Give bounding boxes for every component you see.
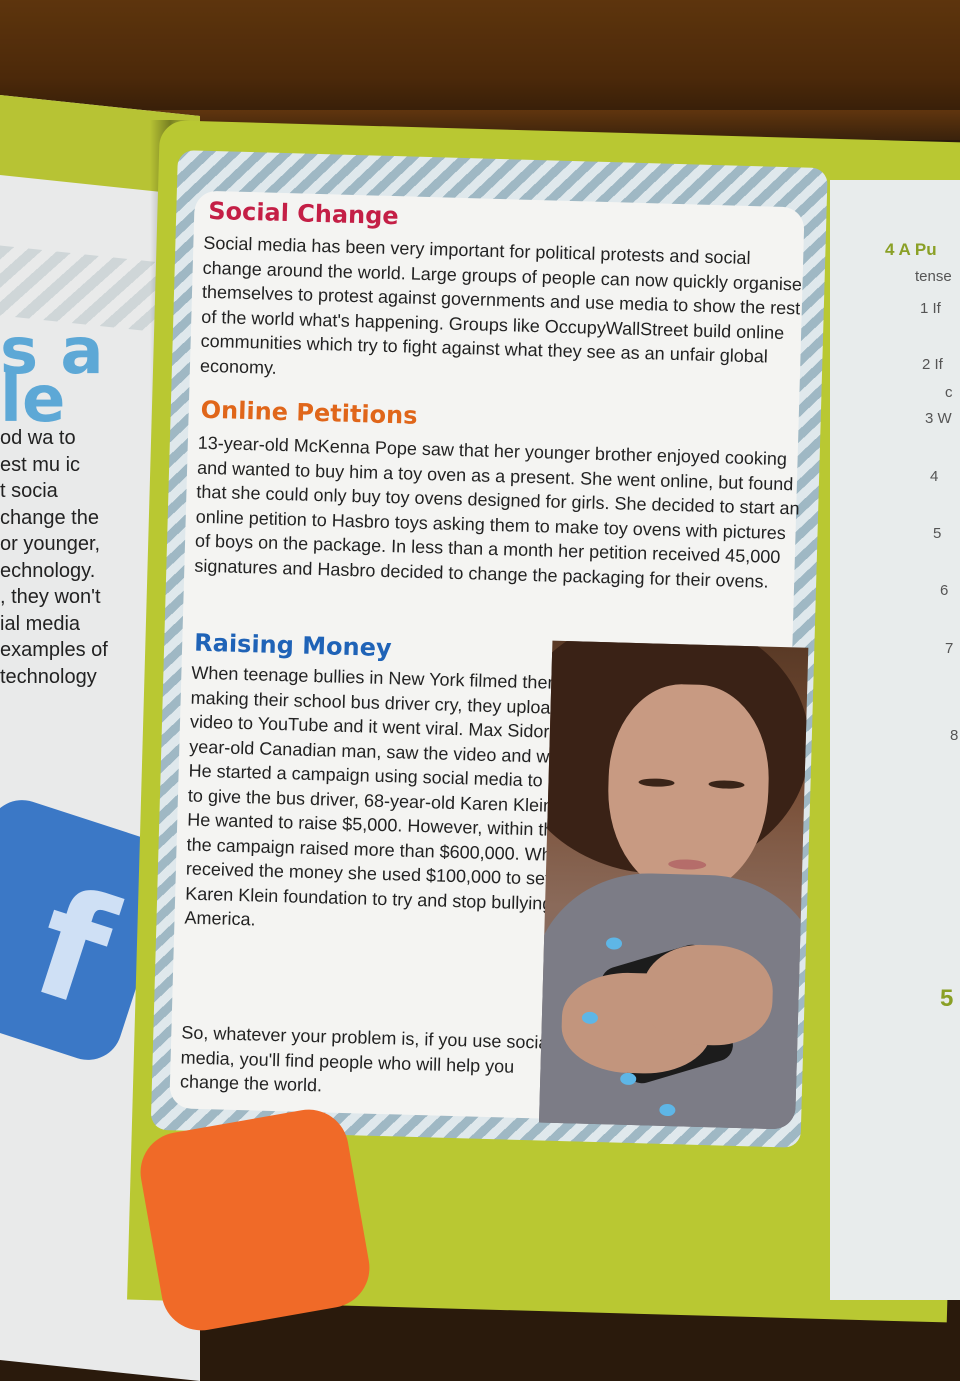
left-line: t socia xyxy=(0,480,58,502)
girl-with-phone-photo xyxy=(538,640,809,1130)
right-margin-column xyxy=(830,180,960,1300)
left-line: technology xyxy=(0,665,97,688)
photo-eye xyxy=(708,780,745,790)
exercise-number: 4 A Pu xyxy=(885,240,937,259)
heading-social-change: Social Change xyxy=(207,196,400,231)
exercise-item: 1 If xyxy=(920,300,941,317)
photo-hand xyxy=(641,943,774,1047)
left-page-text: od wa to est mu ic t socia change the or… xyxy=(0,425,150,690)
left-line: od wa to xyxy=(0,427,76,449)
exercise-item: 5 xyxy=(940,985,954,1012)
exercise-item: 4 xyxy=(930,468,939,485)
exercise-item: 3 W xyxy=(925,410,952,427)
paragraph-closing: So, whatever your problem is, if you use… xyxy=(179,1022,553,1096)
exercise-item: 7 xyxy=(945,640,954,657)
exercise-item: c xyxy=(945,384,953,401)
left-page-title-line-2: le xyxy=(0,363,66,437)
article-body: Social Change Social media has been very… xyxy=(169,190,809,1130)
left-line: ial media xyxy=(0,612,81,635)
left-line: est mu ic xyxy=(0,453,81,476)
article-card: Social Change Social media has been very… xyxy=(150,150,828,1148)
left-line: examples of xyxy=(0,639,108,661)
orange-app-logo-icon xyxy=(134,1103,376,1337)
left-line: or younger, xyxy=(0,533,101,555)
left-line: echnology. xyxy=(0,559,96,582)
heading-raising-money: Raising Money xyxy=(193,628,392,663)
exercise-item: 2 If xyxy=(922,356,943,373)
paragraph-online-petitions: 13-year-old McKenna Pope saw that her yo… xyxy=(194,432,800,592)
exercise-item: 5 xyxy=(933,525,942,542)
left-line: , they won't xyxy=(0,586,101,608)
heading-online-petitions: Online Petitions xyxy=(200,395,418,430)
paragraph-social-change: Social media has been very important for… xyxy=(199,232,803,378)
desk-shadow xyxy=(0,0,960,110)
exercise-tense: tense xyxy=(915,268,952,285)
exercise-item: 6 xyxy=(940,582,949,599)
photo-eye xyxy=(638,778,675,788)
exercise-item: 8 xyxy=(950,727,959,744)
left-line: change the xyxy=(0,506,99,529)
photo-mouth xyxy=(668,858,707,871)
